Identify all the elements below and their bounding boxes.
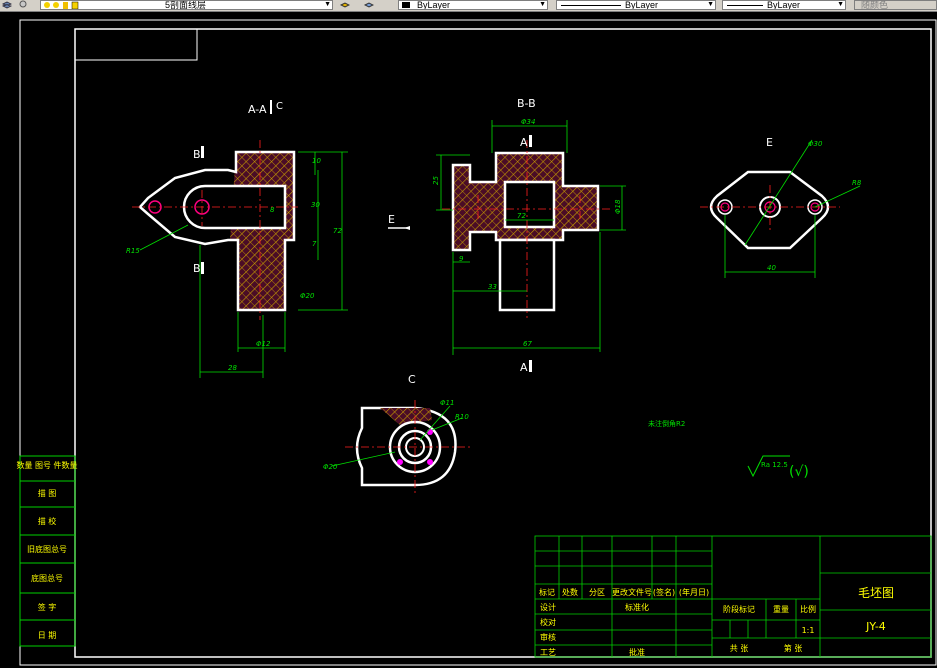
dim-d18: Φ18	[614, 199, 622, 214]
chevron-down-icon[interactable]: ▼	[707, 1, 714, 9]
dim-d20-left: Φ20	[300, 292, 315, 300]
layer-previous-icon[interactable]	[364, 0, 374, 9]
dim-d30e: Φ30	[808, 140, 823, 148]
view-e-arrow: E	[388, 213, 410, 230]
plotstyle-value: 随颜色	[861, 0, 889, 10]
tb-jiaodui: 校对	[540, 617, 556, 627]
a-marker-top: A	[520, 136, 528, 149]
side-label-5: 签 字	[38, 602, 57, 612]
linetype-value: ByLayer	[625, 0, 659, 10]
side-label-6: 日 期	[38, 631, 57, 640]
tb-bili: 比例	[800, 604, 816, 614]
tb-part-no: JY-4	[865, 620, 886, 633]
dim-d20c: Φ20	[323, 463, 338, 471]
tb-part-name: 毛坯图	[858, 586, 894, 600]
dim-r10: R10	[455, 413, 469, 421]
tb-chushu: 处数	[562, 587, 578, 597]
roughness-symbol: Ra 12.5 (√)	[747, 455, 809, 480]
layer-name: 5剖面线层	[165, 0, 207, 10]
dim-d10: 10	[312, 157, 321, 165]
e-arrow-label: E	[388, 213, 395, 226]
dim-d33: 33	[488, 283, 497, 291]
tb-di: 第 张	[784, 643, 803, 653]
tb-bili-val: 1:1	[802, 626, 815, 635]
lineweight-value: ByLayer	[767, 0, 801, 10]
view-e: E Φ30 R8 40	[700, 136, 862, 278]
b-marker-bottom: B	[193, 262, 201, 275]
dim-d11: Φ11	[440, 399, 454, 407]
tb-jieduan: 阶段标记	[723, 604, 755, 614]
a-marker-bottom: A	[520, 361, 528, 374]
b-marker-top: B	[193, 148, 201, 161]
bb-title: B-B	[517, 97, 536, 110]
tb-gong: 共 张	[730, 644, 749, 653]
layer-toggles-icon	[44, 1, 79, 9]
dim-d72: 72	[333, 227, 342, 235]
layer-manager-icon[interactable]	[2, 0, 12, 9]
tb-zhongliang: 重量	[773, 604, 789, 614]
dim-d9: 9	[459, 255, 464, 263]
plotstyle-dropdown[interactable]: 随颜色	[854, 0, 937, 10]
chevron-down-icon[interactable]: ▼	[324, 1, 331, 9]
chevron-down-icon[interactable]: ▼	[837, 1, 844, 9]
tb-gengai: 更改文件号	[612, 587, 652, 597]
tb-pizhun: 批准	[629, 647, 645, 657]
tb-biaozhunhua: 标准化	[625, 602, 649, 612]
layer-state-icon[interactable]	[18, 0, 28, 9]
tb-biaoji: 标记	[539, 587, 555, 597]
aa-c-marker: C	[276, 101, 283, 112]
tb-shenhe: 审核	[540, 632, 556, 642]
lineweight-dropdown[interactable]: ByLayer ▼	[722, 0, 846, 10]
color-value: ByLayer	[417, 0, 451, 10]
dim-w28: 28	[228, 364, 237, 372]
dim-d67: 67	[523, 340, 532, 348]
side-label-4: 底图总号	[31, 573, 63, 583]
tb-sheji: 设计	[540, 602, 556, 612]
roughness-paren: (√)	[789, 464, 809, 480]
dim-r15: R15	[126, 247, 140, 255]
chevron-down-icon[interactable]: ▼	[539, 1, 546, 9]
tb-gongyi: 工艺	[540, 648, 556, 657]
c-title: C	[408, 373, 416, 386]
layer-dropdown[interactable]: 5剖面线层 ▼	[40, 0, 333, 10]
roughness-value: Ra 12.5	[761, 461, 788, 469]
view-c: C Φ20 Φ11 R10	[323, 373, 470, 495]
side-label-1: 描 图	[38, 488, 57, 498]
dim-d34: Φ34	[521, 118, 535, 126]
dim-d40: 40	[767, 264, 776, 272]
color-dropdown[interactable]: ByLayer ▼	[398, 0, 548, 10]
dim-d25: 25	[432, 176, 440, 185]
view-bb: B-B A A Φ34 25 Φ18 9 33 67 72	[432, 97, 626, 374]
side-label-2: 描 校	[38, 516, 57, 526]
linetype-dropdown[interactable]: ByLayer ▼	[556, 0, 716, 10]
view-aa: A-A C B B R15 Φ20 Φ12 28 10 72 30 7 8	[126, 100, 348, 378]
dim-d12: Φ12	[256, 340, 271, 348]
aa-title: A-A	[248, 103, 267, 116]
drawing-border	[19, 19, 937, 666]
drawing-canvas[interactable]: 数量 图号 件数量 描 图 描 校 旧底图总号 底图总号 签 字 日 期 A-A…	[0, 11, 937, 668]
dim-r8: R8	[852, 179, 862, 187]
dim-d8: 8	[270, 206, 275, 214]
dim-d30: 30	[311, 201, 320, 209]
dim-d7: 7	[312, 240, 317, 248]
note-chamfer: 未注倒角R2	[648, 419, 685, 428]
dim-d72b: 72	[517, 212, 526, 220]
tb-qianming: (签名)	[653, 587, 675, 597]
tb-riqi: (年月日)	[679, 587, 709, 597]
make-current-layer-icon[interactable]	[340, 0, 350, 9]
side-label-3: 旧底图总号	[27, 544, 67, 554]
tb-fenqu: 分区	[589, 588, 605, 597]
side-label-0: 数量 图号 件数量	[16, 460, 77, 470]
e-title: E	[766, 136, 773, 149]
